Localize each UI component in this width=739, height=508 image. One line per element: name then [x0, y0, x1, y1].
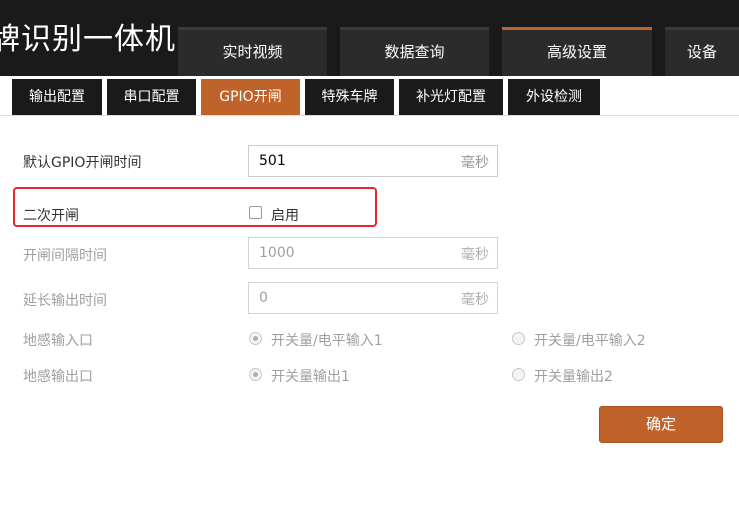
default-open-time-label: 默认GPIO开闸时间	[23, 155, 142, 171]
nav-tab-advanced-settings[interactable]: 高级设置	[502, 27, 652, 76]
open-interval-input[interactable]	[259, 238, 439, 268]
subtab-fill-light-config[interactable]: 补光灯配置	[399, 79, 503, 115]
loop-output-option-2[interactable]: 开关量输出2	[534, 366, 613, 386]
loop-output-label: 地感输出口	[23, 369, 93, 385]
loop-output-option-1[interactable]: 开关量输出1	[271, 366, 350, 386]
loop-input-option-1[interactable]: 开关量/电平输入1	[271, 330, 383, 350]
delay-output-field: 毫秒	[248, 282, 498, 314]
loop-input-radio-1[interactable]	[249, 332, 262, 345]
open-interval-field: 毫秒	[248, 237, 498, 269]
confirm-button[interactable]: 确定	[599, 406, 723, 443]
highlight-box	[13, 187, 377, 227]
delay-output-label: 延长输出时间	[23, 293, 107, 309]
subtab-serial-config[interactable]: 串口配置	[107, 79, 196, 115]
loop-output-radio-1[interactable]	[249, 368, 262, 381]
loop-output-radio-2[interactable]	[512, 368, 525, 381]
subtab-special-plate[interactable]: 特殊车牌	[305, 79, 394, 115]
default-open-time-input[interactable]	[259, 146, 439, 176]
default-open-time-unit: 毫秒	[461, 155, 489, 171]
open-interval-unit: 毫秒	[461, 247, 489, 263]
subtab-bar: 输出配置 串口配置 GPIO开闸 特殊车牌 补光灯配置 外设检测	[0, 76, 739, 116]
loop-input-radio-2[interactable]	[512, 332, 525, 345]
delay-output-input[interactable]	[259, 283, 439, 313]
nav-tab-data-query[interactable]: 数据查询	[340, 27, 489, 76]
loop-input-option-2[interactable]: 开关量/电平输入2	[534, 330, 646, 350]
subtab-peripheral-detect[interactable]: 外设检测	[508, 79, 600, 115]
app-title: 牌识别一体机	[0, 22, 176, 57]
subtab-gpio-open[interactable]: GPIO开闸	[201, 79, 300, 115]
open-interval-label: 开闸间隔时间	[23, 248, 107, 264]
delay-output-unit: 毫秒	[461, 292, 489, 308]
app-header: 牌识别一体机 实时视频 数据查询 高级设置 设备	[0, 0, 739, 76]
nav-tab-device[interactable]: 设备	[665, 27, 739, 76]
subtab-output-config[interactable]: 输出配置	[12, 79, 102, 115]
nav-tab-live-video[interactable]: 实时视频	[178, 27, 327, 76]
default-open-time-field: 毫秒	[248, 145, 498, 177]
loop-input-label: 地感输入口	[23, 333, 93, 349]
